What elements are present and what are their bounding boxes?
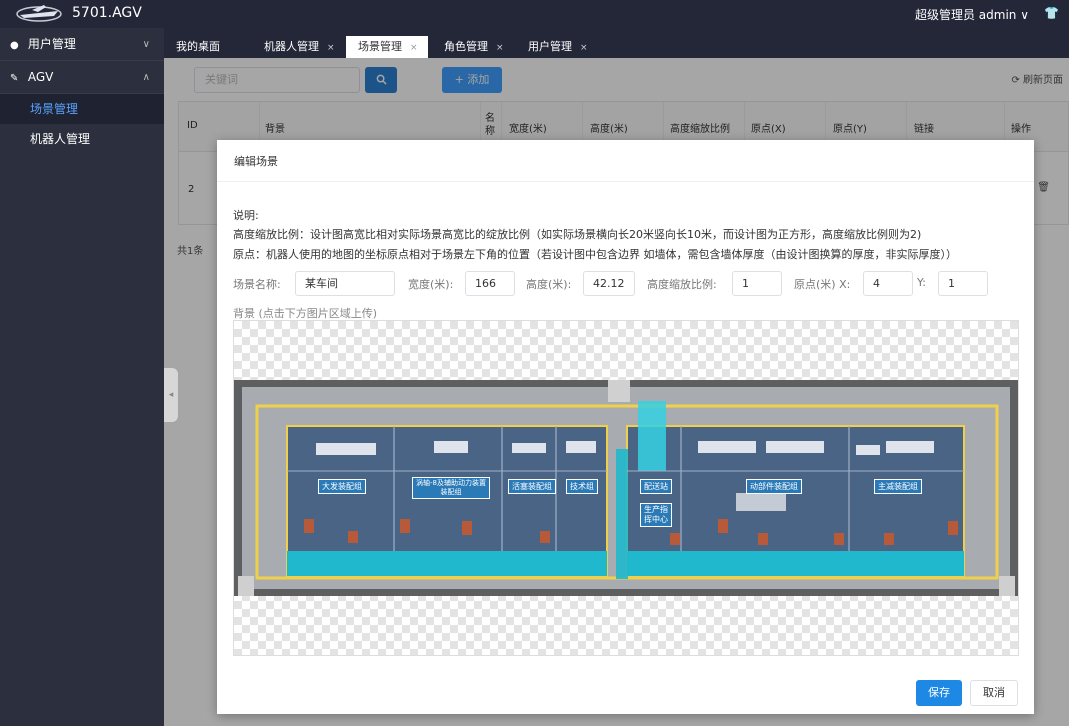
sidebar-item-robot-management[interactable]: 机器人管理	[0, 124, 164, 154]
tshirt-icon[interactable]: 👕	[1044, 6, 1059, 20]
origin-y-input[interactable]: 1	[938, 271, 988, 296]
origin-y-label: Y:	[917, 276, 926, 289]
zone-label: 大发装配组	[318, 479, 366, 494]
tab-label: 机器人管理	[264, 40, 319, 53]
save-button[interactable]: 保存	[916, 680, 962, 706]
dialog-title: 编辑场景	[234, 155, 278, 168]
cancel-button[interactable]: 取消	[970, 680, 1018, 706]
background-upload-area[interactable]: 大发装配组 涡轴-8及辅助动力装置装配组 活塞装配组 技术组 配送站 生产指挥中…	[233, 320, 1019, 656]
height-scale-input[interactable]: 1	[732, 271, 782, 296]
tab-scene-management[interactable]: 场景管理 ×	[346, 36, 428, 58]
close-icon[interactable]: ×	[327, 43, 335, 53]
app-title: 5701.AGV	[72, 5, 142, 21]
width-input[interactable]: 166	[465, 271, 515, 296]
width-label: 宽度(米):	[408, 278, 454, 291]
background-label: 背景 (点击下方图片区域上传)	[233, 307, 378, 320]
zone-label: 技术组	[566, 479, 598, 494]
height-label: 高度(米):	[526, 278, 572, 291]
note-title: 说明:	[233, 209, 259, 222]
tab-bar: 我的桌面 机器人管理 × 场景管理 × 角色管理 × 用户管理 ×	[164, 28, 1069, 58]
close-icon[interactable]: ×	[410, 43, 418, 53]
close-icon[interactable]: ×	[496, 43, 504, 53]
user-menu[interactable]: 超级管理员 admin ∨	[915, 6, 1029, 23]
logo-icon	[16, 5, 62, 22]
close-icon[interactable]: ×	[580, 43, 588, 53]
origin-x-label: 原点(米) X:	[794, 278, 851, 291]
zone-label: 涡轴-8及辅助动力装置装配组	[412, 477, 490, 499]
sidebar: ● 用户管理 ∨ ✎ AGV ∧ 场景管理 机器人管理	[0, 28, 164, 726]
chevron-up-icon: ∧	[142, 72, 150, 83]
origin-x-input[interactable]: 4	[863, 271, 913, 296]
tab-role-management[interactable]: 角色管理 ×	[432, 36, 512, 58]
sidebar-item-scene-management[interactable]: 场景管理	[0, 94, 164, 124]
tab-label: 用户管理	[528, 40, 572, 53]
chevron-down-icon: ∨	[142, 39, 150, 50]
sidebar-group-label: 用户管理	[27, 37, 76, 51]
tab-label: 我的桌面	[176, 40, 220, 53]
sidebar-group-label: AGV	[27, 70, 54, 84]
zone-label: 生产指挥中心	[640, 503, 672, 527]
tab-label: 角色管理	[444, 40, 488, 53]
height-scale-label: 高度缩放比例:	[647, 278, 717, 291]
scene-name-input[interactable]: 某车间	[295, 271, 395, 296]
height-input[interactable]: 42.12	[583, 271, 635, 296]
sidebar-collapse-handle[interactable]: ◂	[164, 368, 178, 422]
zone-label: 活塞装配组	[508, 479, 556, 494]
user-circle-icon: ●	[10, 40, 19, 51]
zone-label: 配送站	[640, 479, 672, 494]
note-origin: 原点：机器人使用的地图的坐标原点相对于场景左下角的位置（若设计图中包含边界 如墙…	[233, 248, 957, 261]
sidebar-group-user-management[interactable]: ● 用户管理 ∨	[0, 28, 164, 61]
top-bar: 5701.AGV 超级管理员 admin ∨ 👕	[0, 0, 1069, 28]
scene-name-label: 场景名称:	[233, 278, 281, 291]
zone-label: 主减装配组	[874, 479, 922, 494]
tab-label: 场景管理	[358, 40, 402, 53]
edit-scene-dialog: 编辑场景 说明: 高度缩放比例：设计图高宽比相对实际场景高宽比的绽放比例（如实际…	[217, 140, 1034, 714]
divider	[217, 181, 1034, 182]
zone-label: 动部件装配组	[746, 479, 802, 494]
tab-my-desktop[interactable]: 我的桌面	[164, 36, 242, 58]
sidebar-group-agv[interactable]: ✎ AGV ∧	[0, 61, 164, 94]
tab-robot-management[interactable]: 机器人管理 ×	[252, 36, 342, 58]
note-scale: 高度缩放比例：设计图高宽比相对实际场景高宽比的绽放比例（如实际场景横向长20米竖…	[233, 228, 922, 241]
wrench-icon: ✎	[10, 73, 19, 84]
tab-user-management[interactable]: 用户管理 ×	[516, 36, 596, 58]
